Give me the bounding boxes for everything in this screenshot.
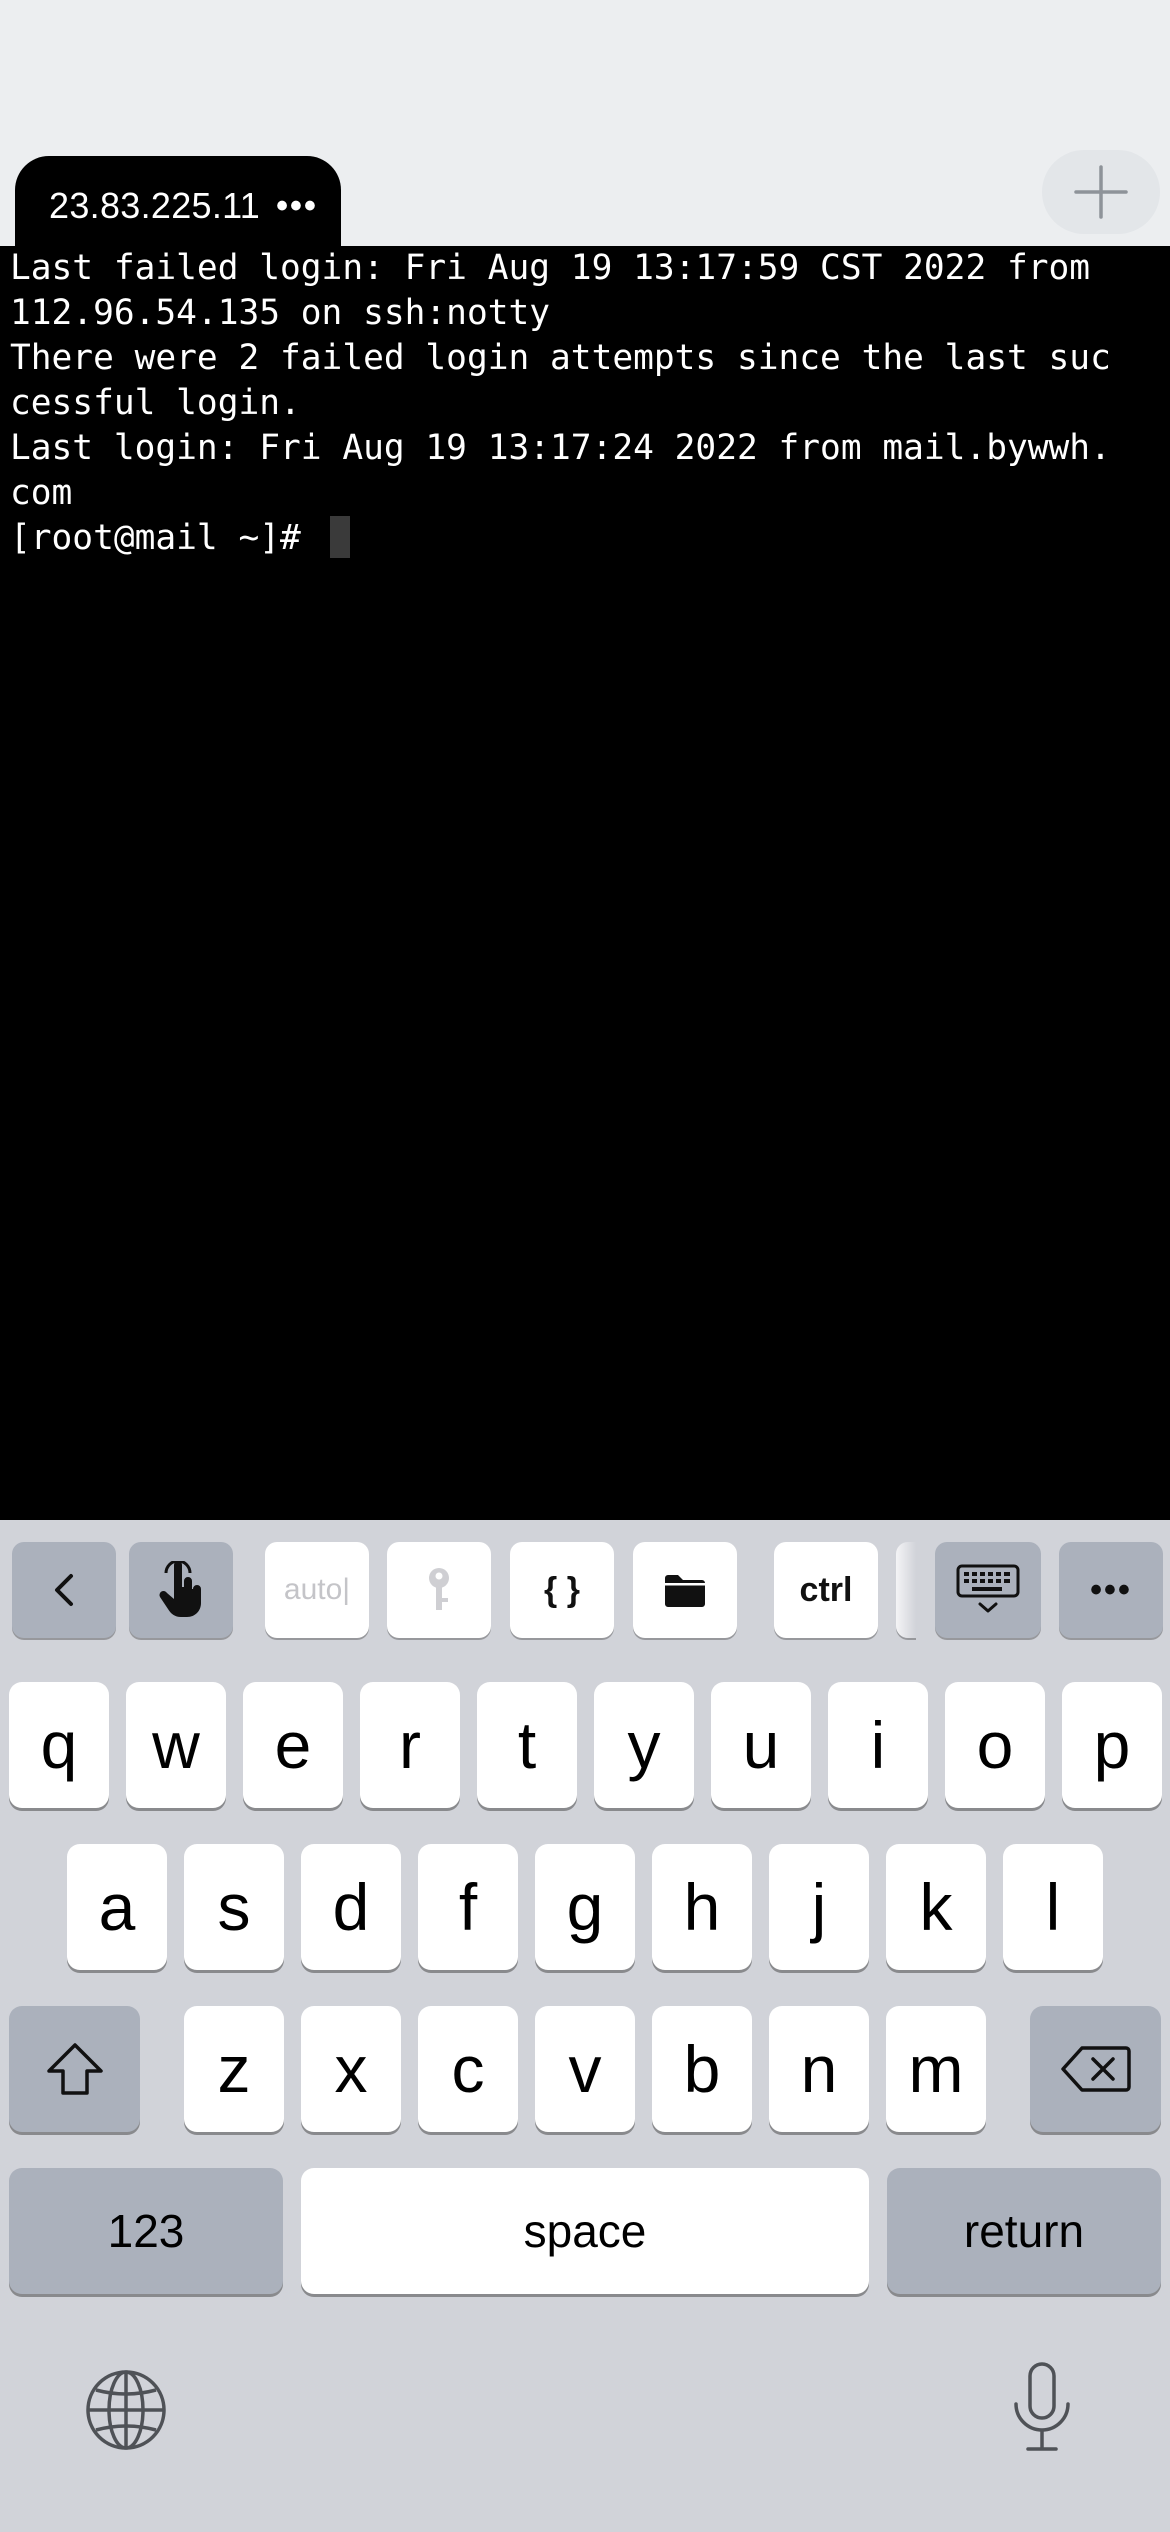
key-v[interactable]: v [535,2006,635,2132]
key-h[interactable]: h [652,1844,752,1970]
key-c[interactable]: c [418,2006,518,2132]
key-z[interactable]: z [184,2006,284,2132]
key-i[interactable]: i [828,1682,928,1808]
delete-key[interactable] [1030,2006,1161,2132]
snippets-button[interactable]: { } [510,1542,614,1638]
key-l[interactable]: l [1003,1844,1103,1970]
key-x[interactable]: x [301,2006,401,2132]
plus-icon [1074,165,1128,219]
ctrl-label: ctrl [799,1570,853,1609]
terminal-line: Last login: Fri Aug 19 13:17:24 2022 fro… [10,428,1111,468]
microphone-icon [1014,2362,1070,2451]
tab-more-icon[interactable]: ••• [276,187,318,226]
key-u[interactable]: u [711,1682,811,1808]
more-icon: ••• [1090,1570,1132,1609]
key-n[interactable]: n [769,2006,869,2132]
more-button[interactable]: ••• [1059,1542,1163,1638]
key-p[interactable]: p [1062,1682,1162,1808]
key-o[interactable]: o [945,1682,1045,1808]
key-a[interactable]: a [67,1844,167,1970]
key-m[interactable]: m [886,2006,986,2132]
session-tab-title: 23.83.225.11 [49,185,261,226]
globe-button[interactable] [84,2368,168,2452]
key-r[interactable]: r [360,1682,460,1808]
touch-mode-button[interactable] [129,1542,233,1638]
accessory-toolbar: auto| { } ctrl ••• [0,1520,1170,1654]
key-y[interactable]: y [594,1682,694,1808]
key-icon [429,1568,449,1610]
shell-prompt: [root@mail ~]# [10,518,322,558]
key-s[interactable]: s [184,1844,284,1970]
chevron-left-icon [55,1574,73,1606]
space-key[interactable]: space [301,2168,869,2294]
backspace-icon [1060,2046,1131,2092]
key-q[interactable]: q [9,1682,109,1808]
terminal-output[interactable]: Last failed login: Fri Aug 19 13:17:59 C… [0,246,1170,1520]
hand-pointer-icon [159,1561,201,1617]
dictation-button[interactable] [1000,2358,1084,2458]
shift-key[interactable] [9,2006,140,2132]
terminal-line: Last failed login: Fri Aug 19 13:17:59 C… [10,248,1091,288]
globe-icon [86,2370,166,2450]
session-tab[interactable]: 23.83.225.11 ••• [15,156,341,256]
ctrl-key[interactable]: ctrl [774,1542,878,1638]
key-g[interactable]: g [535,1844,635,1970]
key-j[interactable]: j [769,1844,869,1970]
key-button[interactable] [387,1542,491,1638]
folder-icon [665,1575,705,1607]
add-tab-button[interactable] [1042,150,1160,234]
terminal-cursor [329,516,350,558]
scroll-fade [896,1542,916,1638]
key-k[interactable]: k [886,1844,986,1970]
terminal-line: com [10,473,73,513]
key-e[interactable]: e [243,1682,343,1808]
braces-icon: { } [544,1570,580,1609]
terminal-line: 112.96.54.135 on ssh:notty [10,293,551,333]
terminal-prompt-line[interactable]: [root@mail ~]# [10,516,1160,561]
numbers-key[interactable]: 123 [9,2168,283,2294]
files-button[interactable] [633,1542,737,1638]
auto-label: auto| [283,1573,351,1606]
software-keyboard: q w e r t y u i o p a s d f g h j k l z … [0,1654,1170,2532]
key-w[interactable]: w [126,1682,226,1808]
return-key[interactable]: return [887,2168,1161,2294]
terminal-line: cessful login. [10,383,301,423]
tab-bar: 23.83.225.11 ••• [0,0,1170,256]
hide-keyboard-button[interactable] [935,1542,1041,1638]
keyboard-hide-icon [956,1564,1020,1613]
key-f[interactable]: f [418,1844,518,1970]
terminal-line: There were 2 failed login attempts since… [10,338,1111,378]
shift-icon [46,2043,103,2095]
autocomplete-button[interactable]: auto| [265,1542,369,1638]
key-t[interactable]: t [477,1682,577,1808]
key-b[interactable]: b [652,2006,752,2132]
back-button[interactable] [12,1542,116,1638]
key-d[interactable]: d [301,1844,401,1970]
